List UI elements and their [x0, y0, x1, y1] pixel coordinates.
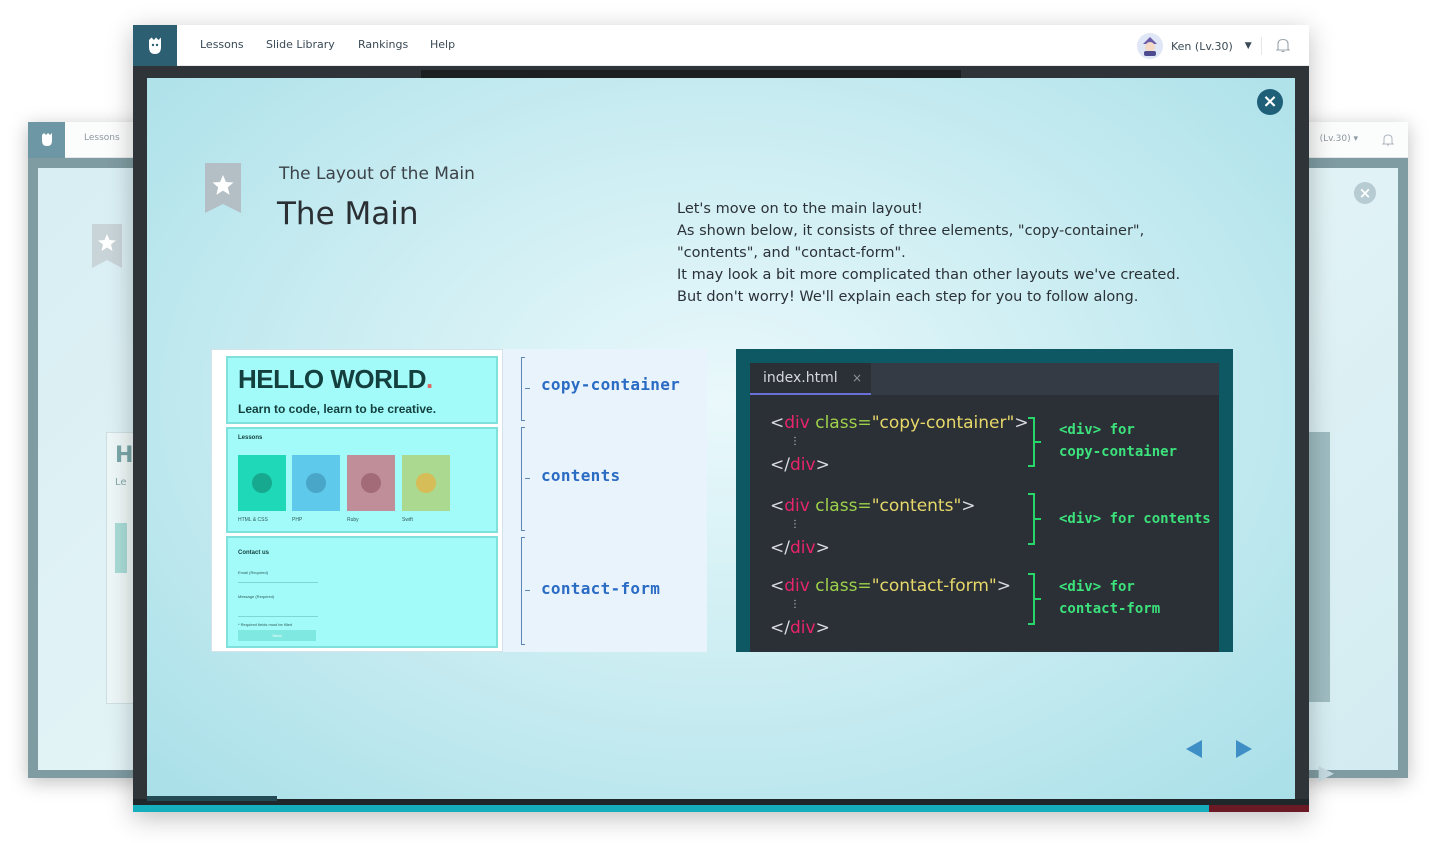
bell-icon — [1381, 132, 1395, 151]
hero-title: HELLO WORLD. — [238, 364, 433, 394]
lesson-label: Swift — [402, 517, 413, 523]
avatar — [1137, 33, 1163, 59]
description-line: "contents", and "contact-form". — [677, 245, 906, 261]
slide-title: The Main — [277, 196, 419, 232]
code-ellipsis: ⋮ — [790, 599, 800, 610]
background-close-icon: × — [1354, 182, 1376, 204]
website-mockup: HELLO WORLD. Learn to code, learn to be … — [211, 349, 503, 652]
comment-bracket — [1028, 573, 1035, 625]
logo-icon[interactable] — [133, 25, 177, 66]
description-line: As shown below, it consists of three ele… — [677, 223, 1145, 239]
nav-lessons[interactable]: Lessons — [200, 38, 244, 51]
logo-icon — [28, 122, 65, 158]
lesson-tile-swift — [402, 455, 450, 511]
tab-close-icon[interactable]: × — [852, 371, 862, 385]
lesson-label: Ruby — [347, 517, 359, 523]
description-line: It may look a bit more complicated than … — [677, 267, 1181, 283]
lesson-tile-php — [292, 455, 340, 511]
editor-tab[interactable]: index.html × — [750, 363, 871, 395]
nav-slide-library[interactable]: Slide Library — [266, 38, 335, 51]
bell-icon[interactable] — [1275, 37, 1291, 57]
top-navbar: Lessons Slide Library Rankings Help Ken … — [133, 25, 1309, 66]
code-line-close: </div> — [770, 538, 830, 558]
slide-progress-bar — [133, 805, 1209, 812]
form-field — [238, 582, 318, 583]
background-nav-lessons: Lessons — [84, 133, 120, 143]
region-bracket-tick — [525, 590, 530, 591]
code-line-close: </div> — [770, 455, 830, 475]
contents-box: Lessons HTML & CSS PHP Ruby Swift — [226, 427, 498, 533]
code-ellipsis: ⋮ — [790, 519, 800, 530]
form-label: * Required fields must be filled — [238, 622, 293, 627]
code-line-open: <div class="copy-container"> — [770, 413, 1029, 433]
contact-form-box: Contact us Email (Required) Message (Req… — [226, 536, 498, 648]
background-user-name: (Lv.30) ▾ — [1319, 134, 1358, 144]
code-ellipsis: ⋮ — [790, 436, 800, 447]
slide: × The Layout of the Main The Main Let's … — [147, 78, 1295, 799]
code-comment: <div> for copy-container — [1059, 422, 1178, 460]
code-line-open: <div class="contact-form"> — [770, 576, 1011, 596]
code-comment: <div> for contents — [1059, 511, 1211, 527]
lesson-tile-html — [238, 455, 286, 511]
copy-container-box: HELLO WORLD. Learn to code, learn to be … — [226, 356, 498, 424]
layout-illustration: HELLO WORLD. Learn to code, learn to be … — [211, 349, 707, 652]
region-bracket — [521, 357, 525, 421]
lessons-header: Lessons — [238, 435, 263, 441]
code-comment: <div> for contact-form — [1059, 579, 1161, 617]
tab-filename: index.html — [763, 370, 838, 386]
bottom-accent — [147, 796, 277, 801]
lesson-tile-ruby — [347, 455, 395, 511]
region-bracket-tick — [525, 478, 530, 479]
comment-bracket — [1028, 417, 1035, 467]
main-window: Lessons Slide Library Rankings Help Ken … — [133, 25, 1309, 812]
form-label: Message (Required) — [238, 594, 275, 599]
code-editor: index.html × <div class="copy-container"… — [750, 363, 1219, 652]
region-bracket — [521, 537, 525, 645]
region-label-copy-container: copy-container — [541, 375, 681, 394]
caret-down-icon: ▼ — [1244, 41, 1252, 51]
hero-tagline: Learn to code, learn to be creative. — [238, 402, 437, 416]
user-menu[interactable]: Ken (Lv.30) ▼ — [1137, 33, 1252, 59]
send-button: Send — [238, 630, 316, 641]
nav-help[interactable]: Help — [430, 38, 455, 51]
nav-rankings[interactable]: Rankings — [358, 38, 408, 51]
region-bracket — [521, 427, 525, 531]
user-name: Ken (Lv.30) — [1171, 39, 1233, 53]
comment-bracket-tick — [1035, 441, 1041, 443]
code-line-close: </div> — [770, 618, 830, 638]
region-bracket-tick — [525, 388, 530, 389]
app-stage: Lessons (Lv.30) ▾ × H Le ◀▶ Lessons Slide… — [0, 0, 1436, 843]
next-arrow-icon[interactable] — [1233, 738, 1255, 760]
lesson-label: PHP — [292, 517, 303, 523]
form-field — [238, 616, 318, 617]
code-line-open: <div class="contents"> — [770, 496, 976, 516]
region-label-contact-form: contact-form — [541, 579, 661, 598]
description-line: But don't worry! We'll explain each step… — [677, 289, 1139, 305]
editor-tab-bar: index.html × — [750, 363, 1219, 395]
nav-divider — [1261, 37, 1262, 55]
slide-description: Let's move on to the main layout! As sho… — [677, 198, 1237, 308]
progress-remainder — [1209, 805, 1309, 812]
comment-bracket-tick — [1035, 598, 1041, 600]
top-strip — [421, 70, 961, 78]
comment-bracket-tick — [1035, 518, 1041, 520]
form-label: Email (Required) — [238, 570, 269, 575]
slide-subtitle: The Layout of the Main — [279, 164, 475, 184]
lesson-label: HTML & CSS — [238, 517, 268, 523]
star-bookmark-icon[interactable] — [205, 163, 241, 217]
comment-bracket — [1028, 493, 1035, 545]
code-panel: index.html × <div class="copy-container"… — [736, 349, 1233, 652]
region-label-contents: contents — [541, 466, 621, 485]
close-icon[interactable]: × — [1257, 89, 1283, 115]
contact-header: Contact us — [238, 550, 270, 556]
description-line: Let's move on to the main layout! — [677, 201, 923, 217]
prev-arrow-icon[interactable] — [1183, 738, 1205, 760]
star-bookmark-icon — [92, 224, 122, 272]
